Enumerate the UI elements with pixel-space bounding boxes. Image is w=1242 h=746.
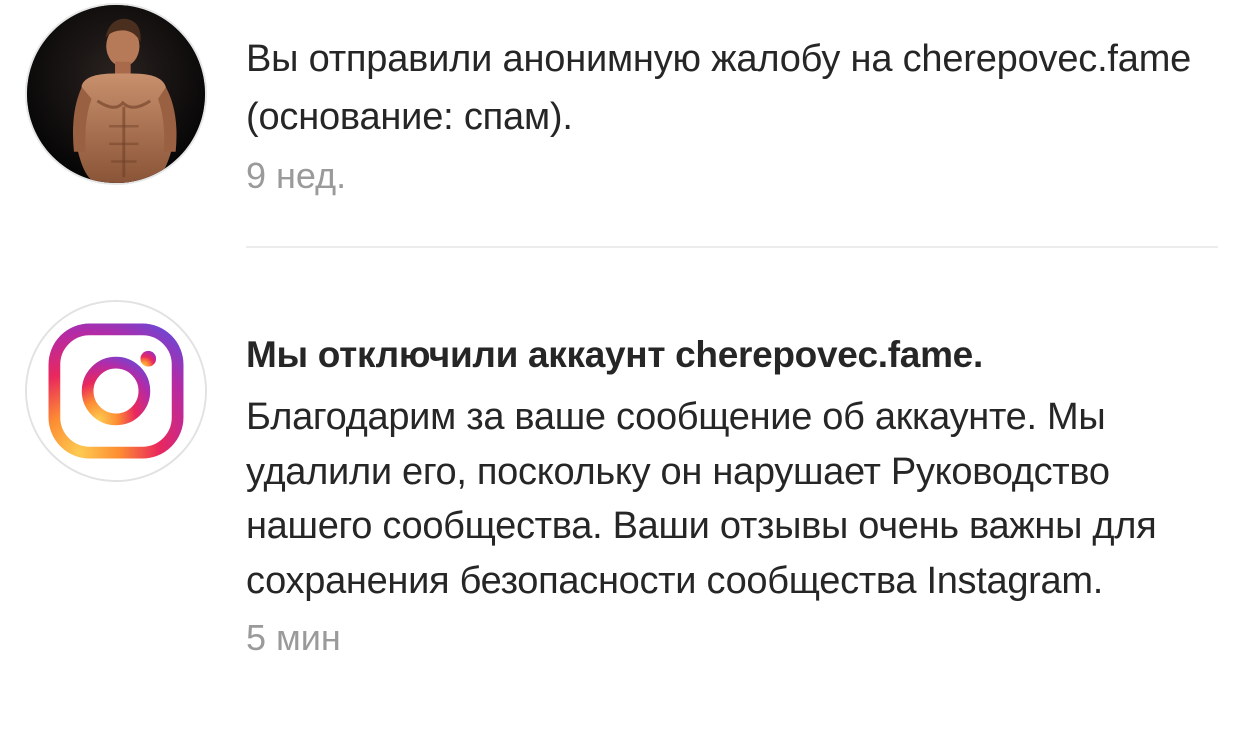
notification-message: Благодарим за ваше сообщение об аккаунте… [246,396,1157,602]
notification-title: Мы отключили аккаунт cherepovec.fame. [246,334,983,375]
notification-item-report-sent[interactable]: Вы отправили анонимную жалобу на cherepo… [0,0,1242,246]
user-avatar[interactable] [25,3,207,185]
notification-timestamp: 9 нед. [246,155,347,196]
notification-content: Мы отключили аккаунт cherepovec.fame. Бл… [246,326,1216,666]
notification-message: Вы отправили анонимную жалобу на cherepo… [246,38,1192,138]
notification-item-account-disabled[interactable]: Мы отключили аккаунт cherepovec.fame. Бл… [0,248,1242,746]
notification-content: Вы отправили анонимную жалобу на cherepo… [246,30,1216,204]
notification-timestamp: 5 мин [246,617,341,658]
instagram-logo-icon [25,300,207,482]
